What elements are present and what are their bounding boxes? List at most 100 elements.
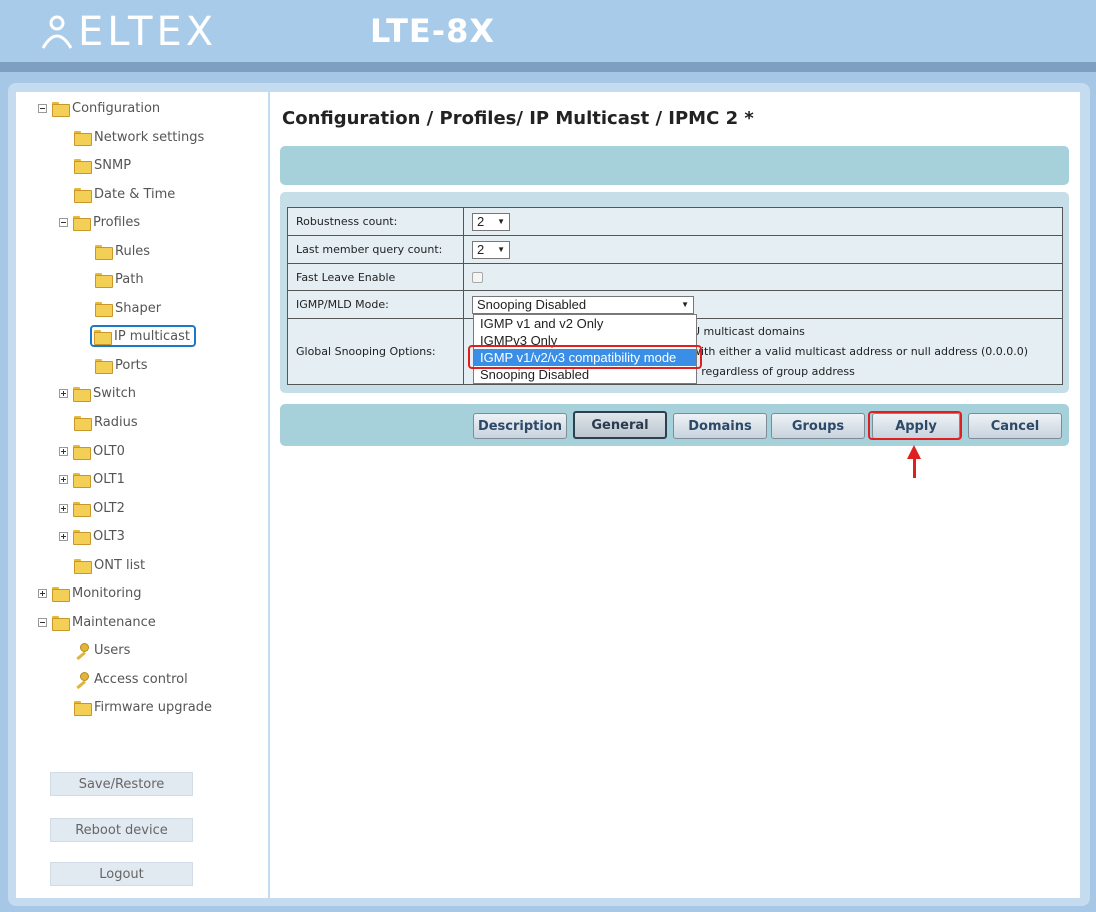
reboot-device-button[interactable]: Reboot device xyxy=(50,818,193,842)
tree-item-ports[interactable]: Ports xyxy=(95,355,148,375)
tree-item-profiles[interactable]: Profiles xyxy=(59,212,140,232)
expand-icon[interactable] xyxy=(38,588,47,598)
cancel-button[interactable]: Cancel xyxy=(968,413,1062,439)
last-member-query-value: 2 xyxy=(477,242,485,257)
expand-icon[interactable] xyxy=(59,503,68,513)
folder-icon xyxy=(94,329,112,345)
expand-icon[interactable] xyxy=(59,446,68,456)
tree-item-shaper[interactable]: Shaper xyxy=(95,298,161,318)
tree-item-label: Path xyxy=(115,271,144,287)
folder-icon xyxy=(74,130,92,146)
folder-icon xyxy=(52,101,70,117)
collapse-icon[interactable] xyxy=(38,617,47,627)
folder-icon xyxy=(73,215,91,231)
folder-icon xyxy=(73,386,91,402)
robustness-count-select[interactable]: 2 ▼ xyxy=(472,212,510,231)
tree-item-label: ONT list xyxy=(94,557,146,573)
tree-item-label: Rules xyxy=(115,243,151,259)
igmp-mld-mode-value: Snooping Disabled xyxy=(477,297,587,312)
tree-item-ont-list[interactable]: ONT list xyxy=(74,555,145,575)
expand-icon[interactable] xyxy=(59,531,68,541)
tree-item-label: OLT2 xyxy=(93,500,125,516)
collapse-icon[interactable] xyxy=(59,217,68,227)
dropdown-option-igmp-v1-v2[interactable]: IGMP v1 and v2 Only xyxy=(474,315,696,332)
tree-item-access-control[interactable]: Access control xyxy=(74,669,188,689)
snooping-option-text: U multicast domains xyxy=(692,324,805,338)
expand-icon[interactable] xyxy=(59,388,68,398)
tree-item-label: Date & Time xyxy=(94,186,176,202)
key-icon xyxy=(74,643,90,657)
tree-item-date-time[interactable]: Date & Time xyxy=(74,184,175,204)
expand-icon[interactable] xyxy=(59,474,68,484)
tree-item-radius[interactable]: Radius xyxy=(74,412,138,432)
device-model: LTE-8X xyxy=(370,12,495,50)
tree-item-maintenance[interactable]: Maintenance xyxy=(38,612,156,632)
igmp-mld-mode-select[interactable]: Snooping Disabled ▼ xyxy=(472,295,694,314)
folder-icon xyxy=(73,501,91,517)
folder-icon xyxy=(74,158,92,174)
robustness-count-value: 2 xyxy=(477,214,485,229)
domains-button[interactable]: Domains xyxy=(673,413,767,439)
collapse-icon[interactable] xyxy=(38,103,47,113)
tree-item-olt3[interactable]: OLT3 xyxy=(59,526,125,546)
dropdown-arrow-icon: ▼ xyxy=(497,217,505,226)
tree-item-label: OLT1 xyxy=(93,471,125,487)
folder-icon xyxy=(95,244,113,260)
annotation-highlight-box xyxy=(868,411,962,440)
tree-item-monitoring[interactable]: Monitoring xyxy=(38,583,142,603)
folder-icon xyxy=(95,301,113,317)
tree-item-ip-multicast[interactable]: IP multicast xyxy=(90,325,197,347)
tree-item-olt0[interactable]: OLT0 xyxy=(59,441,125,461)
annotation-arrow-shaft xyxy=(913,458,916,478)
logout-button[interactable]: Logout xyxy=(50,862,193,886)
tree-item-rules[interactable]: Rules xyxy=(95,241,150,261)
dropdown-arrow-icon: ▼ xyxy=(681,300,689,309)
header-divider xyxy=(0,62,1096,72)
tree-item-label: OLT0 xyxy=(93,443,125,459)
folder-icon xyxy=(74,700,92,716)
info-banner xyxy=(280,146,1069,185)
app-header: ELTEX LTE-8X xyxy=(0,0,1096,62)
table-row: Last member query count: 2 ▼ xyxy=(287,235,1063,264)
fast-leave-label: Fast Leave Enable xyxy=(287,263,464,291)
folder-icon xyxy=(95,358,113,374)
tree-item-olt2[interactable]: OLT2 xyxy=(59,498,125,518)
last-member-query-select[interactable]: 2 ▼ xyxy=(472,240,510,259)
tree-item-switch[interactable]: Switch xyxy=(59,383,136,403)
tree-item-label: Radius xyxy=(94,414,138,430)
tree-item-network-settings[interactable]: Network settings xyxy=(74,127,204,147)
table-row: Robustness count: 2 ▼ xyxy=(287,207,1063,236)
igmp-mld-mode-label: IGMP/MLD Mode: xyxy=(287,290,464,319)
tree-item-configuration[interactable]: Configuration xyxy=(38,98,160,118)
tree-item-label: Network settings xyxy=(94,129,205,145)
fast-leave-checkbox[interactable] xyxy=(472,271,483,283)
snooping-option-text: with either a valid multicast address or… xyxy=(692,344,1029,358)
annotation-arrow-icon xyxy=(907,445,921,459)
tree-item-users[interactable]: Users xyxy=(74,640,130,660)
tree-item-olt1[interactable]: OLT1 xyxy=(59,469,125,489)
folder-icon xyxy=(73,472,91,488)
last-member-query-label: Last member query count: xyxy=(287,235,464,264)
general-button[interactable]: General xyxy=(573,411,667,439)
groups-button[interactable]: Groups xyxy=(771,413,865,439)
tree-item-path[interactable]: Path xyxy=(95,269,144,289)
folder-icon xyxy=(95,272,113,288)
folder-icon xyxy=(74,558,92,574)
tree-item-label: Firmware upgrade xyxy=(94,699,213,715)
annotation-highlight-box xyxy=(468,345,702,369)
table-row: Fast Leave Enable xyxy=(287,263,1063,291)
folder-icon xyxy=(52,586,70,602)
save-restore-button[interactable]: Save/Restore xyxy=(50,772,193,796)
tree-item-label: Shaper xyxy=(115,300,162,316)
tree-item-snmp[interactable]: SNMP xyxy=(74,155,131,175)
tree-item-label: Users xyxy=(94,642,131,658)
description-button[interactable]: Description xyxy=(473,413,567,439)
folder-icon xyxy=(52,615,70,631)
tree-item-firmware-upgrade[interactable]: Firmware upgrade xyxy=(74,697,212,717)
key-icon xyxy=(74,672,90,686)
tree-item-label: Configuration xyxy=(72,100,161,116)
folder-icon xyxy=(74,187,92,203)
logo-mark-icon xyxy=(41,15,73,49)
tree-item-label: OLT3 xyxy=(93,528,125,544)
folder-icon xyxy=(74,415,92,431)
